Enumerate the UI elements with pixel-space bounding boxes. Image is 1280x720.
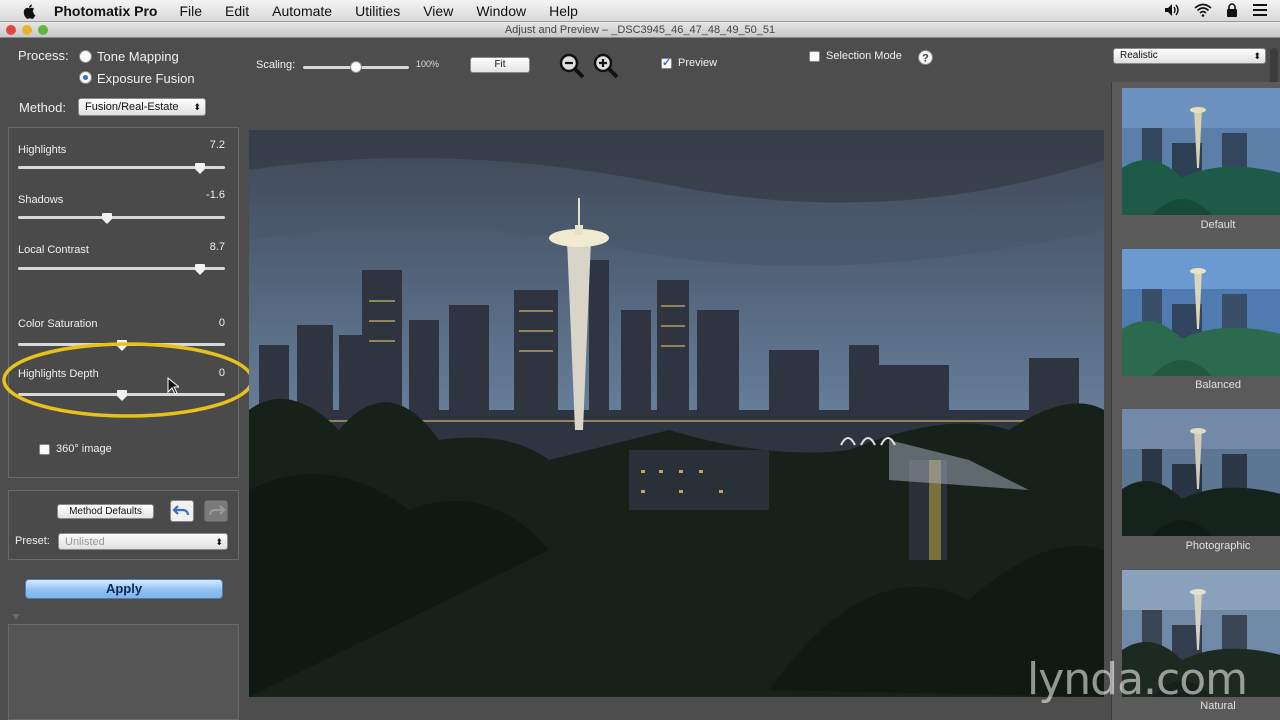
close-window-button[interactable] <box>6 25 16 35</box>
lynda-watermark: lynda.com <box>1027 654 1248 705</box>
slider-track-local-contrast[interactable] <box>18 267 225 270</box>
select-arrows-icon: ⬍ <box>193 102 201 112</box>
thumbnail-label-default: Default <box>1200 219 1236 231</box>
method-select-value: Fusion/Real-Estate <box>85 101 179 113</box>
select-arrows-icon: ⬍ <box>1253 51 1261 61</box>
style-select-value: Realistic <box>1120 50 1158 61</box>
window-title-bar: Adjust and Preview – _DSC3945_46_47_48_4… <box>0 22 1280 38</box>
method-label: Method: <box>19 100 66 115</box>
menu-file[interactable]: File <box>179 3 202 19</box>
scaling-slider-knob[interactable] <box>350 61 362 73</box>
undo-icon <box>172 505 190 516</box>
redo-icon <box>208 505 226 516</box>
menu-edit[interactable]: Edit <box>225 3 249 19</box>
menu-bar: Photomatix Pro File Edit Automate Utilit… <box>0 0 1280 22</box>
slider-value-local-contrast: 8.7 <box>209 241 225 253</box>
menu-utilities[interactable]: Utilities <box>355 3 400 19</box>
scaling-value: 100% <box>416 59 440 69</box>
disclosure-triangle-icon[interactable] <box>11 613 21 621</box>
fit-button[interactable]: Fit <box>470 57 530 73</box>
menu-view[interactable]: View <box>423 3 453 19</box>
selection-mode-checkbox[interactable] <box>809 51 820 62</box>
thumbnail-label-balanced: Balanced <box>1195 379 1241 391</box>
preview-image <box>249 130 1104 697</box>
preset-select[interactable]: Unlisted ⬍ <box>58 533 228 550</box>
wifi-icon[interactable] <box>1194 3 1212 17</box>
presets-thumbnail-column: Default Balanced Photographic Natural <box>1111 82 1280 720</box>
help-icon[interactable]: ? <box>918 50 933 65</box>
preset-select-value: Unlisted <box>65 536 105 548</box>
tone-mapping-radio[interactable] <box>79 50 92 63</box>
sliders-panel <box>8 127 239 478</box>
scaling-label: Scaling: <box>256 59 296 71</box>
image-360-label[interactable]: 360° image <box>56 443 112 455</box>
style-select[interactable]: Realistic ⬍ <box>1113 48 1266 64</box>
tone-mapping-label[interactable]: Tone Mapping <box>97 49 179 64</box>
slider-label-color-saturation: Color Saturation <box>18 318 98 330</box>
svg-text:?: ? <box>922 53 929 65</box>
apply-button[interactable]: Apply <box>25 579 223 599</box>
apple-icon[interactable] <box>20 3 40 19</box>
menu-window[interactable]: Window <box>476 3 526 19</box>
slider-label-local-contrast: Local Contrast <box>18 244 89 256</box>
preset-label: Preset: <box>15 535 50 547</box>
highlight-ring-annotation <box>2 342 254 418</box>
selection-mode-label[interactable]: Selection Mode <box>826 50 902 62</box>
zoom-in-icon[interactable] <box>592 52 620 80</box>
status-icons <box>1164 3 1268 17</box>
select-arrows-icon: ⬍ <box>215 537 223 547</box>
method-defaults-button[interactable]: Method Defaults <box>57 504 154 519</box>
slider-label-shadows: Shadows <box>18 194 64 206</box>
slider-knob-shadows[interactable] <box>102 213 112 224</box>
volume-icon[interactable] <box>1164 3 1180 17</box>
slider-value-color-saturation: 0 <box>218 317 225 329</box>
preview-checkbox[interactable] <box>661 56 672 69</box>
menu-app-name[interactable]: Photomatix Pro <box>54 3 157 19</box>
slider-track-highlights[interactable] <box>18 166 225 169</box>
process-label: Process: <box>18 48 69 63</box>
redo-button[interactable] <box>204 500 228 522</box>
list-icon[interactable] <box>1252 3 1268 17</box>
slider-value-highlights: 7.2 <box>209 139 225 151</box>
exposure-fusion-label[interactable]: Exposure Fusion <box>97 71 195 86</box>
thumbnail-photographic[interactable] <box>1122 409 1280 536</box>
zoom-window-button[interactable] <box>38 25 48 35</box>
preview-label[interactable]: Preview <box>678 57 717 69</box>
thumbnail-default[interactable] <box>1122 88 1280 215</box>
mouse-cursor-icon <box>167 377 179 395</box>
menu-automate[interactable]: Automate <box>272 3 332 19</box>
slider-knob-highlights[interactable] <box>195 163 206 174</box>
undo-button[interactable] <box>170 500 194 522</box>
slider-track-shadows[interactable] <box>18 216 225 219</box>
window-title: Adjust and Preview – _DSC3945_46_47_48_4… <box>504 24 776 36</box>
exposure-fusion-radio[interactable] <box>79 71 92 84</box>
slider-label-highlights: Highlights <box>18 144 67 156</box>
zoom-out-icon[interactable] <box>558 52 586 80</box>
menu-help[interactable]: Help <box>549 3 578 19</box>
minimize-window-button[interactable] <box>22 25 32 35</box>
lock-icon[interactable] <box>1226 3 1238 17</box>
thumbnail-label-photographic: Photographic <box>1185 540 1251 552</box>
slider-knob-local-contrast[interactable] <box>195 264 206 275</box>
image-360-checkbox[interactable] <box>39 444 50 455</box>
slider-value-shadows: -1.6 <box>206 189 225 201</box>
method-select[interactable]: Fusion/Real-Estate ⬍ <box>78 98 206 116</box>
info-panel <box>8 624 239 720</box>
thumbnail-balanced[interactable] <box>1122 249 1280 376</box>
